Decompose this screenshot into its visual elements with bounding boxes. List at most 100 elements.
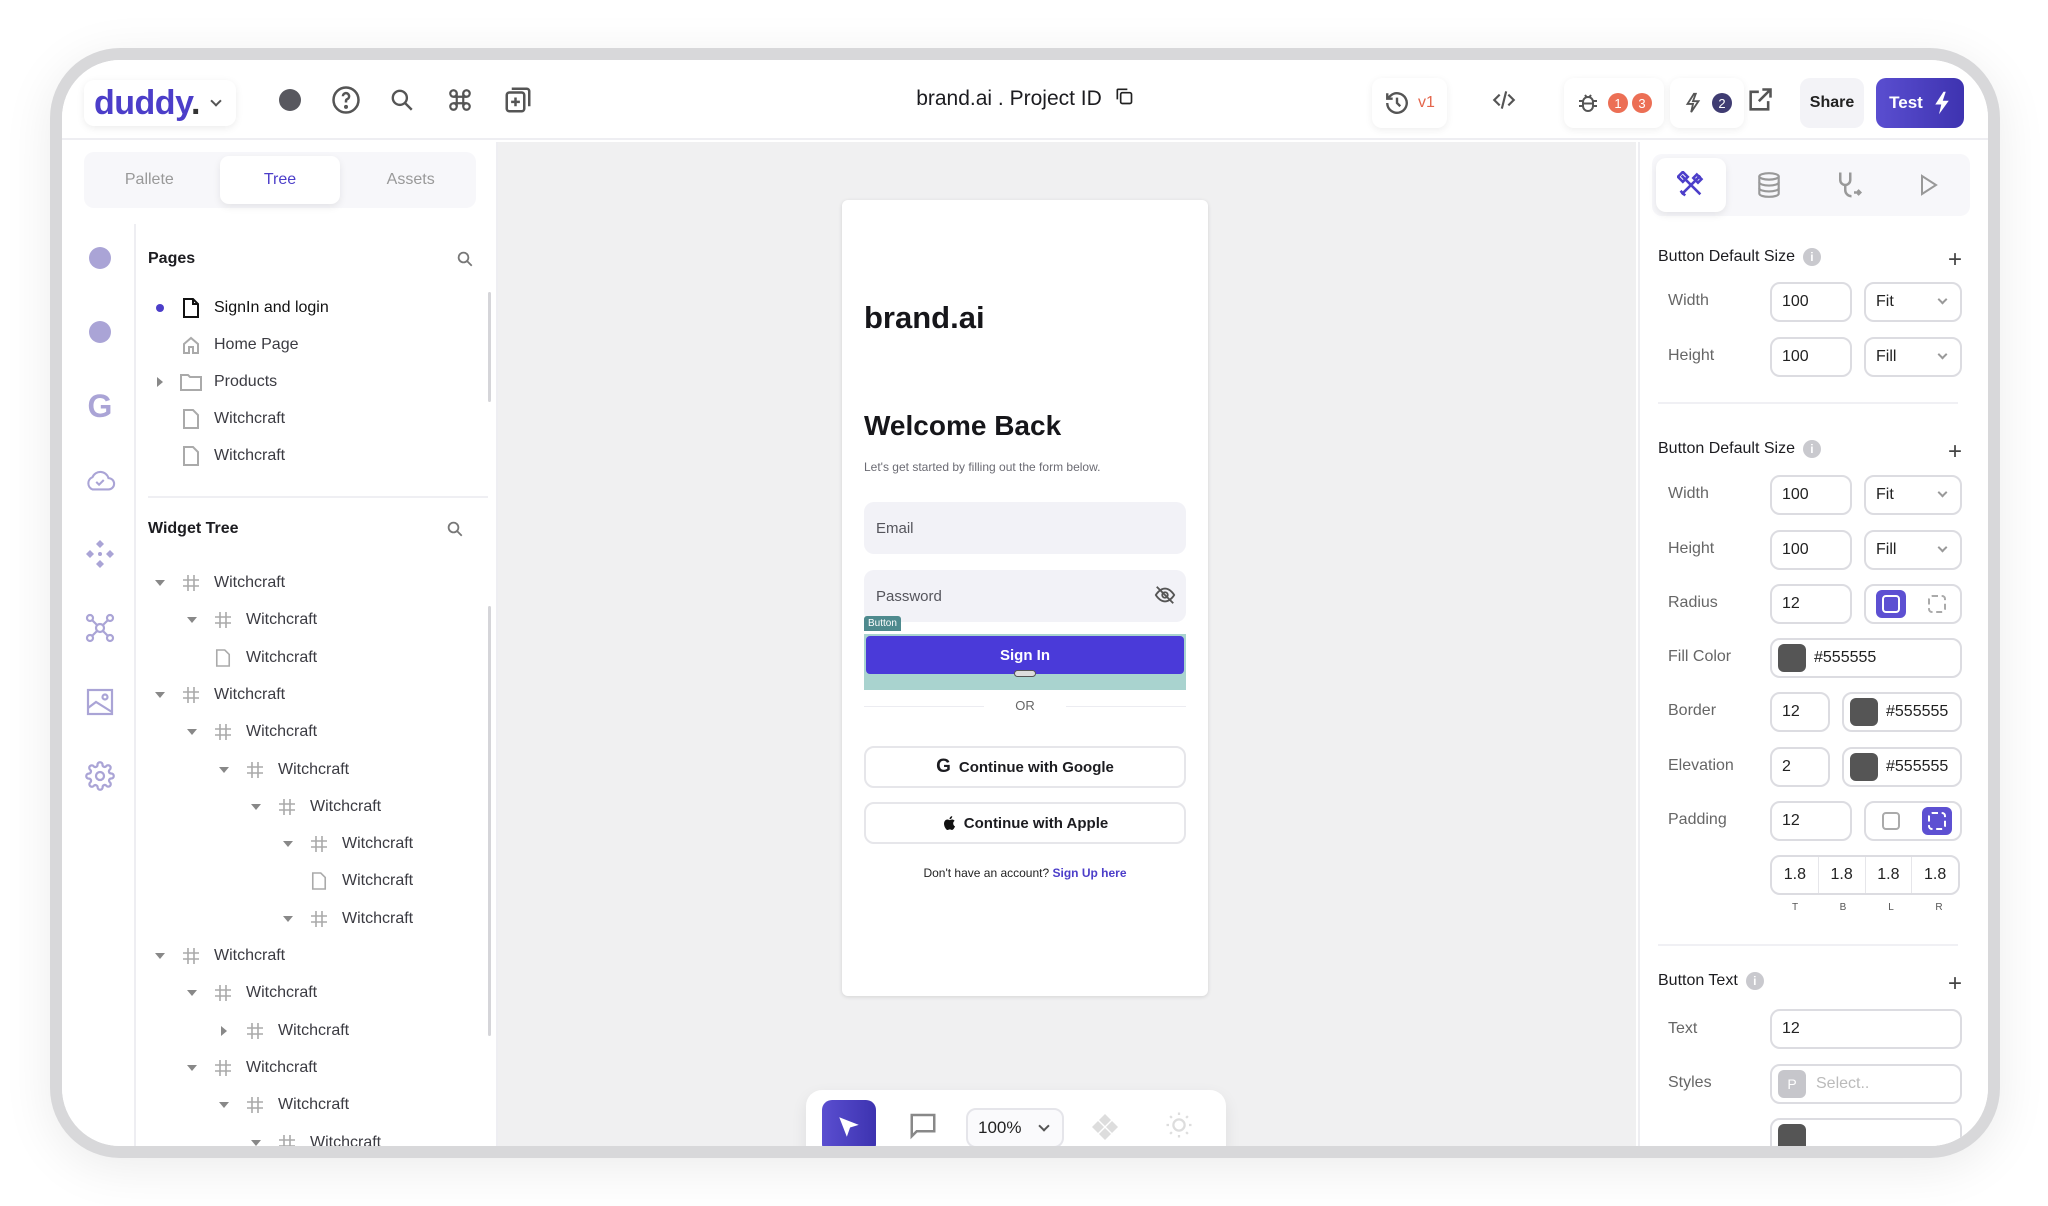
individual-radius-button[interactable] xyxy=(1922,590,1952,618)
collapse-caret[interactable] xyxy=(148,685,172,705)
debug-tab[interactable] xyxy=(1814,158,1884,212)
google-icon[interactable]: G xyxy=(84,388,116,424)
widget-tree-item[interactable]: Witchcraft xyxy=(148,569,285,597)
google-signin-button[interactable]: G Continue with Google xyxy=(864,746,1186,788)
page-item[interactable]: Home Page xyxy=(148,331,299,359)
resize-handle[interactable] xyxy=(1014,670,1036,677)
padding-bottom-input[interactable]: 1.8 xyxy=(1819,857,1866,893)
theme-sun-icon[interactable] xyxy=(1164,1110,1194,1145)
padding-top-input[interactable]: 1.8 xyxy=(1772,857,1819,893)
color-swatch[interactable] xyxy=(1778,644,1806,672)
collapse-caret[interactable] xyxy=(148,946,172,966)
add-icon[interactable]: + xyxy=(1948,440,1962,464)
info-icon[interactable]: i xyxy=(1745,972,1764,990)
actions-button[interactable]: 2 xyxy=(1670,78,1744,128)
widget-tree-item[interactable]: Witchcraft xyxy=(180,1054,317,1082)
elevation-input[interactable]: 2 xyxy=(1770,747,1830,787)
cloud-check-icon[interactable] xyxy=(84,464,116,496)
email-field[interactable]: Email xyxy=(864,502,1186,554)
color-swatch[interactable] xyxy=(1850,753,1878,781)
info-icon[interactable]: i xyxy=(1802,440,1821,458)
collapse-caret[interactable] xyxy=(180,722,204,742)
image-icon[interactable] xyxy=(84,686,116,718)
widget-tree-item[interactable]: Witchcraft xyxy=(180,644,317,672)
open-external-icon[interactable] xyxy=(1742,82,1778,118)
apple-signin-button[interactable]: Continue with Apple xyxy=(864,802,1186,844)
eye-off-icon[interactable] xyxy=(1154,584,1176,610)
rail-dot-icon[interactable] xyxy=(84,316,116,348)
styles-select[interactable]: P Select.. xyxy=(1770,1064,1962,1104)
collapse-caret[interactable] xyxy=(180,983,204,1003)
tab-tree[interactable]: Tree xyxy=(219,156,341,204)
password-field[interactable]: Password xyxy=(864,570,1186,622)
text-color-input[interactable] xyxy=(1770,1118,1962,1146)
height-input[interactable]: 100 xyxy=(1770,530,1852,570)
page-item[interactable]: Products xyxy=(148,368,277,396)
design-tab[interactable] xyxy=(1656,158,1726,212)
color-swatch[interactable] xyxy=(1778,1124,1806,1146)
pages-scrollbar[interactable] xyxy=(488,292,491,402)
database-tab[interactable] xyxy=(1734,158,1804,212)
collapse-caret[interactable] xyxy=(180,1058,204,1078)
add-icon[interactable]: + xyxy=(1948,248,1962,272)
width-input[interactable]: 100 xyxy=(1770,475,1852,515)
share-button[interactable]: Share xyxy=(1800,78,1864,128)
text-input[interactable]: 12 xyxy=(1770,1009,1962,1049)
height-mode-select[interactable]: Fill xyxy=(1864,337,1962,377)
widget-tree-item[interactable]: Witchcraft xyxy=(180,606,317,634)
widget-tree-item[interactable]: Witchcraft xyxy=(212,756,349,784)
test-button[interactable]: Test xyxy=(1876,78,1964,128)
widget-tree-item[interactable]: Witchcraft xyxy=(180,979,317,1007)
width-mode-select[interactable]: Fit xyxy=(1864,475,1962,515)
collapse-caret[interactable] xyxy=(244,797,268,817)
width-input[interactable]: 100 xyxy=(1770,282,1852,322)
settings-icon[interactable] xyxy=(84,760,116,792)
width-mode-select[interactable]: Fit xyxy=(1864,282,1962,322)
expand-caret[interactable] xyxy=(148,372,172,392)
page-item[interactable]: Witchcraft xyxy=(148,405,285,433)
height-input[interactable]: 100 xyxy=(1770,337,1852,377)
padding-input[interactable]: 12 xyxy=(1770,801,1852,841)
radius-input[interactable]: 12 xyxy=(1770,584,1852,624)
widget-tree-item[interactable]: Witchcraft xyxy=(148,681,285,709)
uniform-radius-button[interactable] xyxy=(1876,590,1906,618)
color-swatch[interactable] xyxy=(1850,698,1878,726)
height-mode-select[interactable]: Fill xyxy=(1864,530,1962,570)
widget-tree-item[interactable]: Witchcraft xyxy=(212,1091,349,1119)
widget-tree-item[interactable]: Witchcraft xyxy=(148,942,285,970)
collapse-caret[interactable] xyxy=(276,834,300,854)
collapse-caret[interactable] xyxy=(148,573,172,593)
collapse-caret[interactable] xyxy=(276,909,300,929)
widget-tree-item[interactable]: Witchcraft xyxy=(244,1129,381,1147)
padding-left-input[interactable]: 1.8 xyxy=(1866,857,1913,893)
border-color-input[interactable]: #555555 xyxy=(1842,692,1962,732)
pages-search-icon[interactable] xyxy=(456,250,474,273)
uniform-padding-button[interactable] xyxy=(1876,807,1906,835)
add-icon[interactable]: + xyxy=(1948,972,1962,996)
sign-up-link[interactable]: Sign Up here xyxy=(1053,866,1127,880)
preview-tab[interactable] xyxy=(1894,158,1964,212)
tab-assets[interactable]: Assets xyxy=(350,156,471,204)
widget-tree-item[interactable]: Witchcraft xyxy=(276,867,413,895)
network-icon[interactable] xyxy=(84,612,116,644)
issues-button[interactable]: 1 3 xyxy=(1564,78,1664,128)
select-tool-button[interactable] xyxy=(822,1100,876,1146)
padding-right-input[interactable]: 1.8 xyxy=(1912,857,1958,893)
widget-tree-item[interactable]: Witchcraft xyxy=(212,1017,349,1045)
widget-tree-item[interactable]: Witchcraft xyxy=(276,830,413,858)
sign-in-button[interactable]: Sign In xyxy=(866,636,1184,674)
rail-dot-icon[interactable] xyxy=(84,242,116,274)
version-history-button[interactable]: v1 xyxy=(1372,78,1447,128)
elevation-color-input[interactable]: #555555 xyxy=(1842,747,1962,787)
comment-icon[interactable] xyxy=(908,1110,938,1145)
border-width-input[interactable]: 12 xyxy=(1770,692,1830,732)
zoom-select[interactable]: 100% xyxy=(966,1108,1064,1146)
widget-tree-item[interactable]: Witchcraft xyxy=(244,793,381,821)
collapse-caret[interactable] xyxy=(212,760,236,780)
collapse-caret[interactable] xyxy=(244,1133,268,1147)
tab-pallete[interactable]: Pallete xyxy=(89,156,210,204)
page-item[interactable]: Witchcraft xyxy=(148,442,285,470)
collapse-caret[interactable] xyxy=(180,610,204,630)
components-icon[interactable] xyxy=(84,538,116,570)
widget-tree-item[interactable]: Witchcraft xyxy=(276,905,413,933)
